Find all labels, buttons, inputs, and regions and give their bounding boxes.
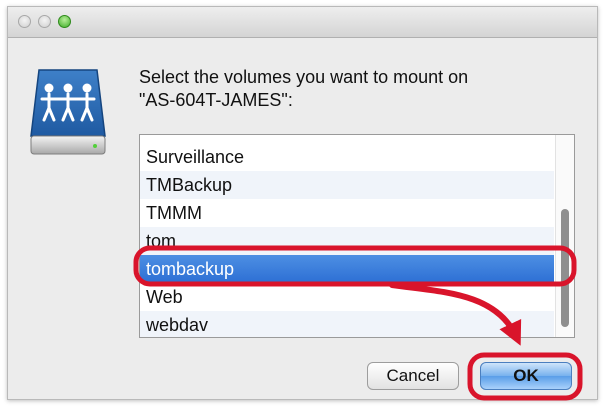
list-item-tombackup[interactable]: tombackup xyxy=(140,255,554,283)
scroll-thumb[interactable] xyxy=(561,209,569,327)
close-window-icon[interactable] xyxy=(18,15,31,28)
list-item-tmbackup[interactable]: TMBackup xyxy=(140,171,554,199)
list-item-tom[interactable]: tom xyxy=(140,227,554,255)
prompt-line-1: Select the volumes you want to mount on xyxy=(139,67,469,87)
list-item-tmmm[interactable]: TMMM xyxy=(140,199,554,227)
cancel-button[interactable]: Cancel xyxy=(367,362,459,390)
list-item-webdav[interactable]: webdav xyxy=(140,311,554,337)
ok-button[interactable]: OK xyxy=(480,362,572,390)
prompt-line-2: "AS-604T-JAMES": xyxy=(139,90,293,110)
dialog-prompt: Select the volumes you want to mount on … xyxy=(139,66,559,112)
zoom-window-icon[interactable] xyxy=(58,15,71,28)
volume-list[interactable]: Surveillance TMBackup TMMM tom tombackup… xyxy=(139,134,575,338)
list-scrollbar[interactable] xyxy=(555,135,574,337)
title-bar xyxy=(8,7,597,38)
network-server-icon xyxy=(30,69,106,155)
minimize-window-icon[interactable] xyxy=(38,15,51,28)
list-item-web[interactable]: Web xyxy=(140,283,554,311)
list-item-surveillance[interactable]: Surveillance xyxy=(140,143,554,171)
